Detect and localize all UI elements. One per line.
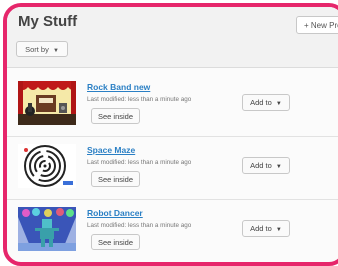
- my-stuff-panel: My Stuff + New Pro Sort by ▼ Rock Band n…: [3, 3, 338, 266]
- chevron-down-icon: ▼: [52, 48, 59, 54]
- add-to-dropdown[interactable]: Add to ▼: [242, 220, 290, 237]
- page-title: My Stuff: [18, 13, 78, 30]
- project-thumbnail-space-maze[interactable]: [18, 144, 76, 188]
- project-title-link[interactable]: Space Maze: [87, 145, 135, 155]
- last-modified-text: Last modified: less than a minute ago: [87, 159, 192, 166]
- add-to-label: Add to: [250, 161, 272, 170]
- add-to-label: Add to: [250, 98, 272, 107]
- chevron-down-icon: ▼: [275, 164, 282, 170]
- last-modified-text: Last modified: less than a minute ago: [87, 222, 192, 229]
- project-thumbnail-rock-band[interactable]: [18, 81, 76, 125]
- see-inside-button[interactable]: See inside: [91, 108, 140, 124]
- project-title-link[interactable]: Robot Dancer: [87, 208, 143, 218]
- see-inside-button[interactable]: See inside: [91, 234, 140, 250]
- new-project-button[interactable]: + New Pro: [296, 16, 338, 34]
- project-title-link[interactable]: Rock Band new: [87, 82, 150, 92]
- see-inside-button[interactable]: See inside: [91, 171, 140, 187]
- chevron-down-icon: ▼: [275, 101, 282, 107]
- project-row: Rock Band new Last modified: less than a…: [7, 74, 338, 137]
- add-to-label: Add to: [250, 224, 272, 233]
- last-modified-text: Last modified: less than a minute ago: [87, 96, 192, 103]
- chevron-down-icon: ▼: [275, 227, 282, 233]
- project-row: Space Maze Last modified: less than a mi…: [7, 137, 338, 200]
- page-header: My Stuff + New Pro Sort by ▼: [7, 7, 338, 68]
- sort-by-label: Sort by: [25, 45, 49, 54]
- add-to-dropdown[interactable]: Add to ▼: [242, 94, 290, 111]
- sort-by-dropdown[interactable]: Sort by ▼: [16, 41, 68, 57]
- project-row: Robot Dancer Last modified: less than a …: [7, 200, 338, 262]
- add-to-dropdown[interactable]: Add to ▼: [242, 157, 290, 174]
- project-thumbnail-robot-dancer[interactable]: [18, 207, 76, 251]
